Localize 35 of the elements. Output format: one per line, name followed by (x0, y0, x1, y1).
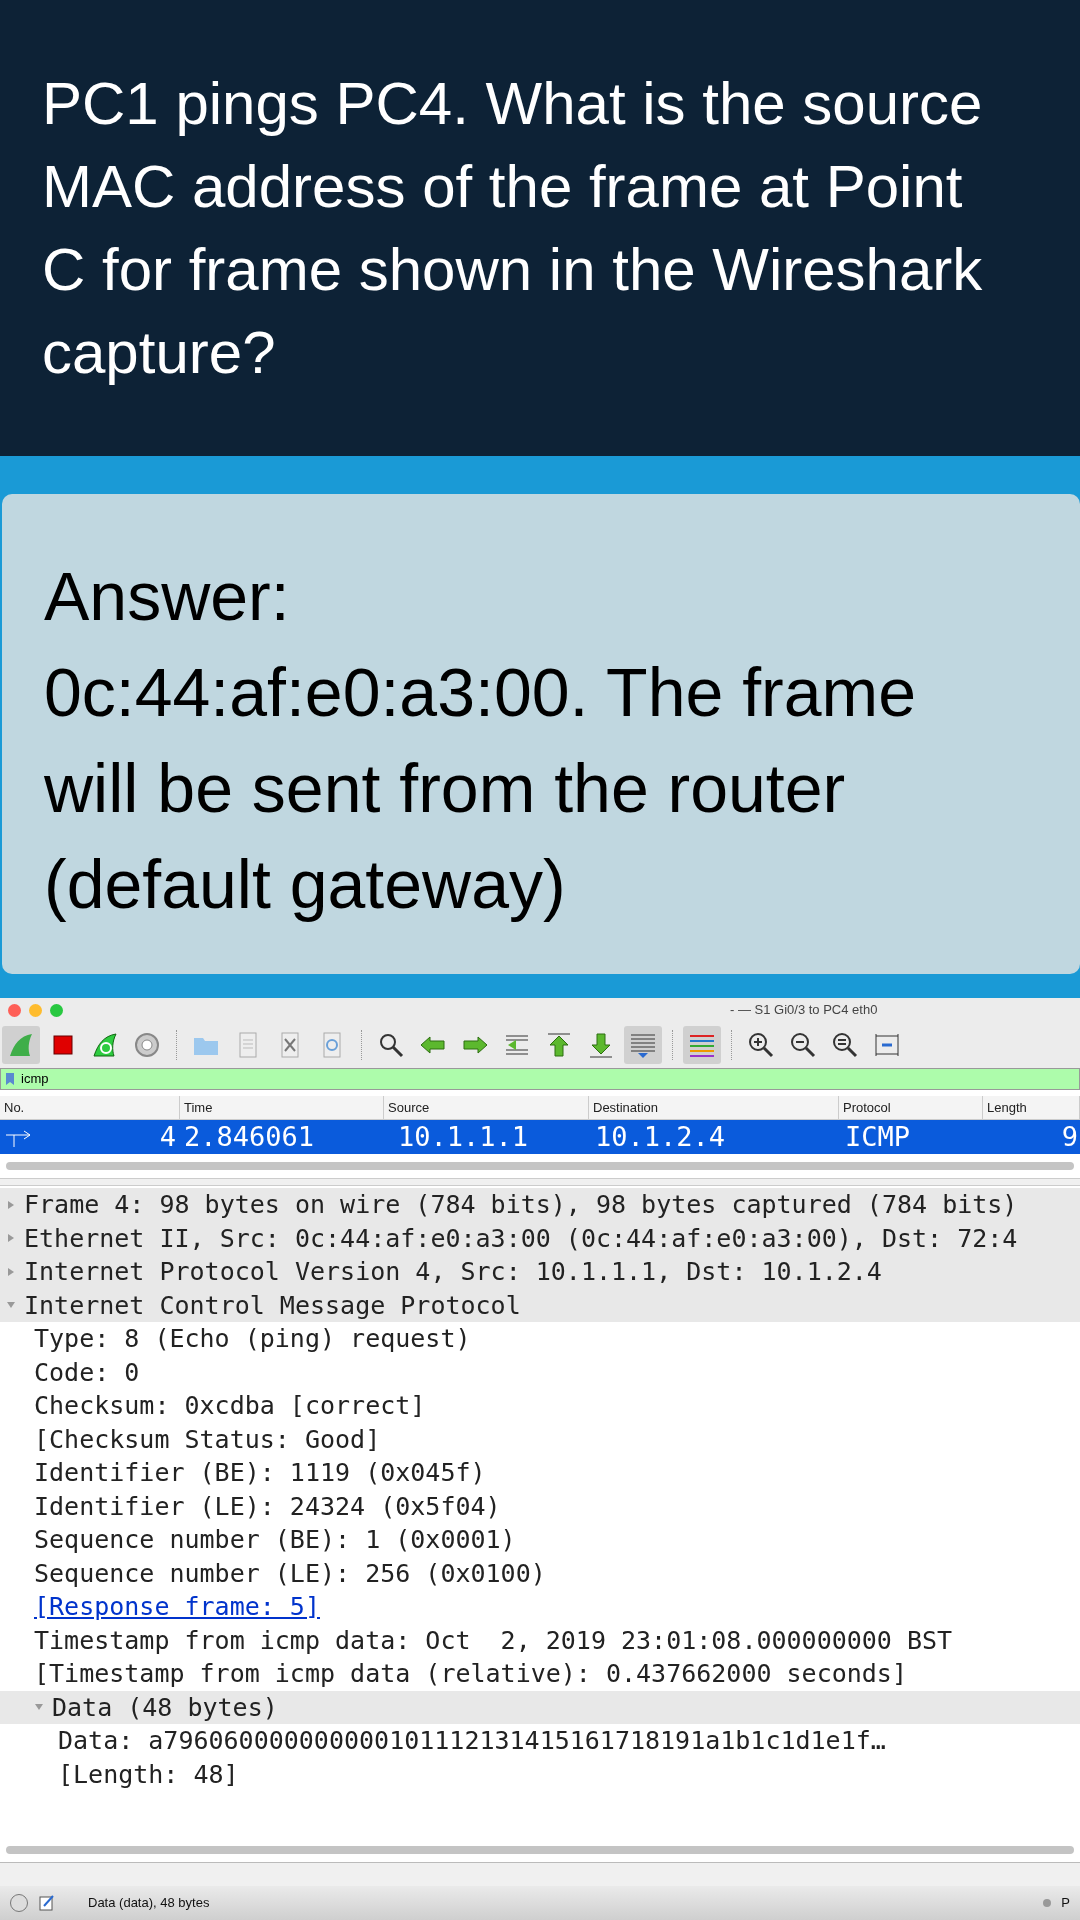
restart-icon[interactable] (90, 1030, 120, 1060)
collapsed-caret-icon[interactable] (6, 1266, 16, 1277)
packet-number: 4 (159, 1119, 176, 1154)
answer-label: Answer: (44, 557, 291, 636)
bookmark-icon[interactable] (5, 1072, 15, 1086)
status-indicator-icon[interactable] (10, 1894, 28, 1912)
answer-text: 0c:44:af:e0:a3:00. The frame will be sent from the router (default gateway) (44, 653, 917, 924)
packet-length: 9 (1060, 1119, 1079, 1154)
status-right-text: P (1061, 1894, 1070, 1913)
packet-source: 10.1.1.1 (397, 1119, 530, 1154)
scrollbar[interactable] (6, 1846, 1074, 1854)
close-window-button[interactable] (8, 1003, 21, 1017)
window-title: - — S1 Gi0/3 to PC4 eth0 (730, 1001, 878, 1020)
zoom-window-button[interactable] (50, 1003, 63, 1017)
collapsed-caret-icon[interactable] (6, 1233, 16, 1244)
column-header[interactable]: Destination (589, 1096, 839, 1119)
packet-time: 2.846061 (183, 1119, 316, 1154)
zoom-out-icon[interactable] (788, 1030, 818, 1060)
edit-note-icon[interactable] (38, 1894, 56, 1912)
packet-protocol: ICMP (844, 1119, 912, 1154)
column-header[interactable]: Length (983, 1096, 1080, 1119)
zoom-in-icon[interactable] (746, 1030, 776, 1060)
packet-destination: 10.1.2.4 (594, 1119, 727, 1154)
scrollbar[interactable] (6, 1162, 1074, 1170)
status-text: Data (data), 48 bytes (88, 1894, 211, 1913)
column-header[interactable]: Source (384, 1096, 589, 1119)
display-filter-field[interactable]: icmp (0, 1068, 1080, 1090)
question-text: PC1 pings PC4. What is the source MAC address of the frame at Point C for frame shown in the Wireshark capture? (42, 69, 984, 388)
column-header[interactable]: Protocol (839, 1096, 983, 1119)
zoom-reset-icon[interactable] (830, 1030, 860, 1060)
collapsed-caret-icon[interactable] (6, 1199, 16, 1210)
column-header[interactable]: No. (0, 1096, 180, 1119)
column-header[interactable]: Time (180, 1096, 384, 1119)
packet-row[interactable]: 4 2.846061 10.1.1.1 10.1.2.4 ICMP 9 (0, 1120, 1080, 1154)
gear-icon[interactable] (132, 1030, 162, 1060)
